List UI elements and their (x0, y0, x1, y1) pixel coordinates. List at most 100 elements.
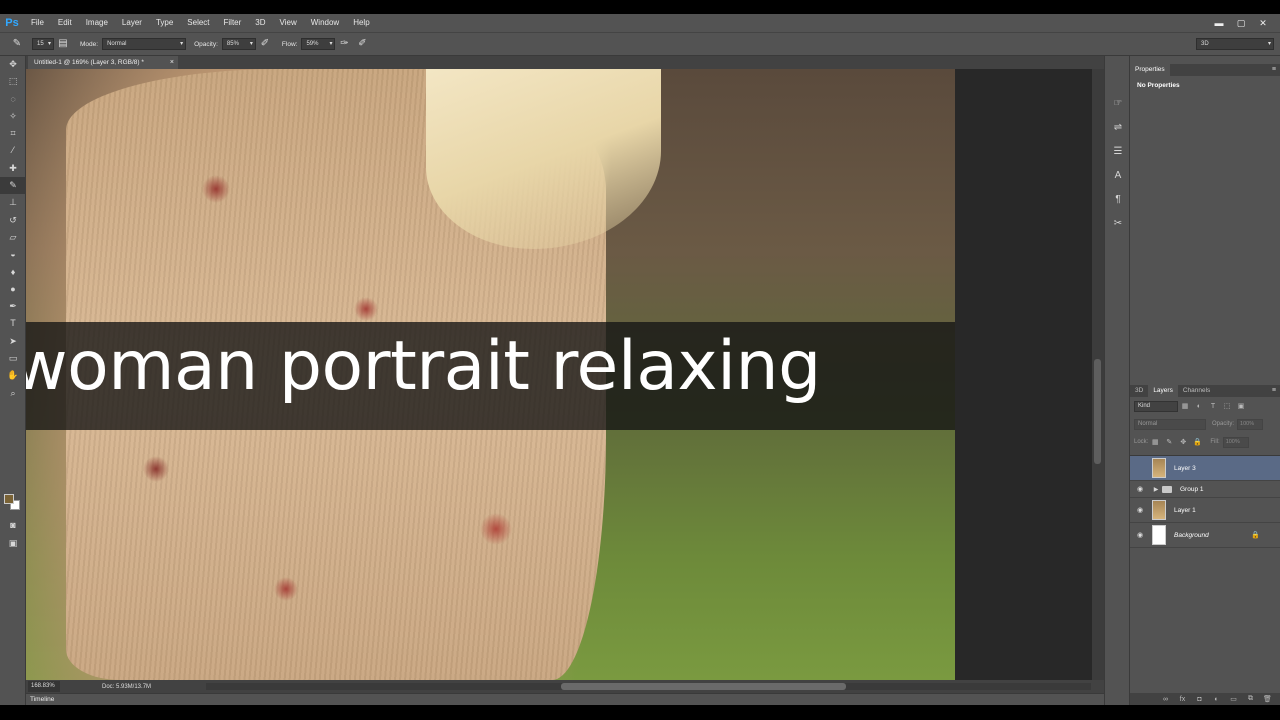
menu-3d[interactable]: 3D (248, 14, 272, 32)
history-brush-tool-icon[interactable]: ↺ (0, 212, 26, 229)
blur-tool-icon[interactable]: ♦ (0, 264, 26, 281)
add-mask-icon[interactable]: ◘ (1191, 696, 1208, 703)
lock-position-icon[interactable]: ✥ (1176, 438, 1190, 446)
visibility-eye-icon[interactable]: ◉ (1130, 464, 1150, 472)
lock-pixels-icon[interactable]: ▦ (1148, 438, 1162, 446)
type-filter-icon[interactable]: T (1206, 403, 1220, 410)
lock-all-icon[interactable]: 🔒 (1190, 438, 1204, 446)
menu-image[interactable]: Image (79, 14, 115, 32)
panel-menu-icon[interactable]: ≡ (1272, 385, 1276, 397)
right-panels: Properties ≡ No Properties 3D Layers Cha… (1130, 56, 1280, 705)
pixel-filter-icon[interactable]: ▦ (1178, 402, 1192, 410)
foreground-color-swatch[interactable] (4, 494, 14, 504)
flow-field[interactable]: 59% (301, 38, 336, 50)
shape-filter-icon[interactable]: ⬚ (1220, 402, 1234, 410)
fill-field[interactable]: 100% (1222, 436, 1249, 448)
menu-filter[interactable]: Filter (217, 14, 249, 32)
quick-select-tool-icon[interactable]: ✧ (0, 108, 26, 125)
new-layer-icon[interactable]: ⧉ (1242, 695, 1259, 703)
layer-row-group-1[interactable]: ◉ ▶ Group 1 (1130, 481, 1280, 498)
hand-tool-icon[interactable]: ✋ (0, 367, 26, 384)
pressure-opacity-icon[interactable]: ✐ (256, 35, 274, 53)
menu-layer[interactable]: Layer (115, 14, 149, 32)
brush-tool-icon[interactable]: ✎ (8, 35, 26, 53)
menu-type[interactable]: Type (149, 14, 180, 32)
filter-kind-select[interactable]: Kind (1134, 400, 1178, 412)
adjustment-layer-icon[interactable]: ◐ (1208, 696, 1225, 703)
delete-layer-icon[interactable]: 🗑 (1259, 695, 1276, 703)
pressure-size-icon[interactable]: ✐ (353, 35, 371, 53)
vertical-scrollbar[interactable] (1092, 69, 1104, 680)
new-group-icon[interactable]: ▭ (1225, 695, 1242, 703)
visibility-eye-icon[interactable]: ◉ (1130, 485, 1150, 493)
tools-settings-icon[interactable]: ✂ (1105, 212, 1131, 236)
layer-opacity-field[interactable]: 100% (1237, 418, 1264, 430)
tab-layers[interactable]: Layers (1148, 385, 1178, 397)
character-icon[interactable]: A (1105, 164, 1131, 188)
eyedropper-tool-icon[interactable]: ⁄ (0, 142, 26, 159)
healing-brush-tool-icon[interactable]: ✚ (0, 160, 26, 177)
layer-row-layer-1[interactable]: ◉ Layer 1 (1130, 498, 1280, 523)
brush-tool-icon[interactable]: ✎ (0, 177, 26, 195)
horizontal-scrollbar[interactable] (206, 683, 1091, 690)
menu-edit[interactable]: Edit (51, 14, 79, 32)
quick-mask-icon[interactable]: ◙ (0, 517, 26, 534)
eraser-tool-icon[interactable]: ▱ (0, 229, 26, 246)
mode-select[interactable]: Normal (102, 38, 187, 50)
airbrush-icon[interactable]: ✑ (335, 35, 353, 53)
menu-view[interactable]: View (273, 14, 304, 32)
document-tab[interactable]: Untitled-1 @ 169% (Layer 3, RGB/8) * × (28, 56, 178, 69)
document-size[interactable]: Doc: 5.93M/13.7M (102, 684, 151, 690)
workspace-select[interactable]: 3D (1196, 38, 1274, 50)
visibility-eye-icon[interactable]: ◉ (1130, 531, 1150, 539)
layer-row-background[interactable]: ◉ Background 🔒 (1130, 523, 1280, 548)
layer-style-icon[interactable]: fx (1174, 696, 1191, 703)
canvas-area[interactable]: woman portrait relaxing (26, 69, 1092, 680)
visibility-eye-icon[interactable]: ◉ (1130, 506, 1150, 514)
vertical-scroll-thumb[interactable] (1094, 359, 1101, 464)
adjustment-filter-icon[interactable]: ◐ (1192, 403, 1206, 410)
zoom-tool-icon[interactable]: ⌕ (0, 385, 26, 402)
panel-menu-icon[interactable]: ≡ (1272, 64, 1276, 76)
maximize-button[interactable]: ▢ (1230, 14, 1252, 32)
tab-3d[interactable]: 3D (1130, 385, 1148, 397)
menu-help[interactable]: Help (346, 14, 376, 32)
path-select-tool-icon[interactable]: ➤ (0, 333, 26, 350)
menu-file[interactable]: File (24, 14, 51, 32)
move-tool-icon[interactable]: ✥ (0, 56, 26, 73)
pen-tool-icon[interactable]: ✒ (0, 298, 26, 315)
paragraph-icon[interactable]: ¶ (1105, 188, 1131, 212)
blend-mode-select[interactable]: Normal (1134, 418, 1206, 430)
adjustments-icon[interactable]: ☰ (1105, 140, 1131, 164)
link-layers-icon[interactable]: ∞ (1157, 696, 1174, 703)
tab-properties[interactable]: Properties (1130, 64, 1170, 76)
paint-bucket-tool-icon[interactable]: ◒ (0, 246, 26, 263)
brush-panel-icon[interactable]: ▤ (54, 35, 72, 53)
tab-channels[interactable]: Channels (1178, 385, 1215, 397)
type-tool-icon[interactable]: T (0, 315, 26, 332)
opacity-label: Opacity: (194, 40, 218, 48)
actions-icon[interactable]: ⇌ (1105, 116, 1131, 140)
marquee-tool-icon[interactable]: ⬚ (0, 73, 26, 90)
history-icon[interactable]: ☞ (1105, 92, 1131, 116)
shape-tool-icon[interactable]: ▭ (0, 350, 26, 367)
crop-tool-icon[interactable]: ⌗ (0, 125, 26, 142)
horizontal-scroll-thumb[interactable] (561, 683, 846, 690)
menu-select[interactable]: Select (180, 14, 216, 32)
screen-mode-icon[interactable]: ▣ (0, 535, 26, 552)
close-button[interactable]: ✕ (1252, 14, 1274, 32)
dodge-tool-icon[interactable]: ● (0, 281, 26, 298)
zoom-level-field[interactable]: 168.83% (28, 681, 60, 692)
minimize-button[interactable]: ▬ (1208, 14, 1230, 32)
opacity-field[interactable]: 85% (221, 38, 256, 50)
brush-preset-picker[interactable]: 15 (32, 38, 54, 50)
lock-paint-icon[interactable]: ✎ (1162, 438, 1176, 446)
menu-window[interactable]: Window (304, 14, 346, 32)
layer-opacity-label: Opacity: (1212, 421, 1235, 427)
clone-stamp-tool-icon[interactable]: ⊥ (0, 194, 26, 211)
smart-object-filter-icon[interactable]: ▣ (1234, 402, 1248, 410)
close-icon[interactable]: × (170, 56, 174, 69)
lasso-tool-icon[interactable]: ◌ (0, 91, 26, 108)
layer-row-layer-3[interactable]: ◉ Layer 3 (1130, 456, 1280, 481)
expand-arrow-icon[interactable]: ▶ (1152, 486, 1160, 493)
